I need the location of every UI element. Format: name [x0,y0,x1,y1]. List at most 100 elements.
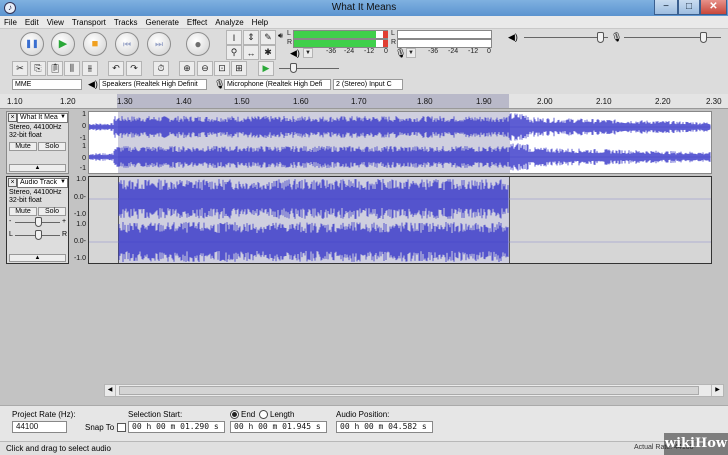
track-area[interactable]: × What It Mea ▼ Stereo, 44100Hz 32-bit f… [0,109,728,405]
solo-button[interactable]: Solo [38,142,66,151]
i-beam-icon: I [232,32,236,43]
zoom-out-button[interactable]: ⊖ [197,61,213,76]
audio-position-time[interactable]: 00 h 00 m 04.582 s [336,421,433,433]
record-meter-dropdown[interactable]: ▼ [406,48,416,58]
playback-meter-right[interactable] [293,39,388,48]
ruler-tick: 1.90 [476,97,492,106]
menu-file[interactable]: File [0,16,21,29]
close-button[interactable]: ✕ [700,0,727,15]
play-button[interactable]: ▶ [51,32,75,56]
record-meter-right[interactable] [397,39,492,48]
stop-button[interactable]: ■ [83,32,107,56]
trim-button[interactable]: ✂ [12,61,28,76]
menu-tracks[interactable]: Tracks [110,16,142,29]
selection-start-time[interactable]: 00 h 00 m 01.290 s [128,421,225,433]
fit-selection-icon: ⊡ [218,63,226,73]
menu-transport[interactable]: Transport [68,16,110,29]
selection-end-time[interactable]: 00 h 00 m 01.945 s [230,421,327,433]
ruler-tick: 1.10 [7,97,23,106]
ruler-tick: 1.70 [351,97,367,106]
amplitude-scale: 0 [82,123,86,130]
track-close-button[interactable]: × [8,178,17,187]
pan-thumb[interactable] [35,230,42,240]
trim-audio-button[interactable]: ⫼ [64,61,80,76]
fit-selection-button[interactable]: ⊡ [214,61,230,76]
playback-volume-thumb[interactable] [597,32,604,43]
microphone-icon: 🎙︎ [395,48,407,58]
gain-thumb[interactable] [35,217,42,227]
track-collapse-button[interactable]: ▲ [9,254,66,262]
ruler-tick: 1.60 [293,97,309,106]
menu-generate[interactable]: Generate [142,16,183,29]
input-channels-select[interactable]: 2 (Stereo) Input C [333,79,403,90]
menu-analyze[interactable]: Analyze [211,16,247,29]
playback-volume-slider[interactable] [524,37,608,38]
undo-button[interactable]: ↶ [108,61,124,76]
toolbar-area: ❚❚ ▶ ■ ⏮ ⏭ ● I ⇕ ✎ ⚲ ↔ ✱ 🔊︎ L R ◀) ▼ -36… [0,29,728,94]
snap-to-checkbox[interactable] [117,423,126,432]
paste-button[interactable]: 📋︎ [47,61,63,76]
end-radio[interactable] [230,410,239,419]
track-bit-depth: 32-bit float [9,132,42,139]
record-button[interactable]: ● [186,32,210,56]
selection-tool[interactable]: I [226,30,242,45]
playback-scale-12: -12 [364,48,375,55]
track-close-button[interactable]: × [8,113,17,122]
amplitude-scale: 0.0- [73,238,86,245]
playback-scale-0: 0 [384,48,388,55]
menu-help[interactable]: Help [248,16,272,29]
mute-button[interactable]: Mute [9,142,37,151]
skip-to-start-button[interactable]: ⏮ [115,32,139,56]
silence-audio-button[interactable]: ⫵ [82,61,98,76]
timeline-ruler[interactable]: 1.10 1.20 1.30 1.40 1.50 1.60 1.70 1.80 … [0,94,728,109]
time-shift-icon: ↔ [246,47,256,58]
draw-tool[interactable]: ✎ [260,30,276,45]
copy-button[interactable]: ⎘ [30,61,46,76]
pause-button[interactable]: ❚❚ [20,32,44,56]
play-at-speed-button[interactable]: ▶ [258,61,274,76]
pause-icon: ❚❚ [25,39,39,48]
playback-meter-dropdown[interactable]: ▼ [303,48,313,58]
length-radio[interactable] [259,410,268,419]
input-device-select[interactable]: Microphone (Realtek High Defi [224,79,331,90]
output-device-select[interactable]: Speakers (Realtek High Definit [99,79,207,90]
scroll-right-button[interactable]: ▶ [711,385,723,396]
multi-tool[interactable]: ✱ [260,45,276,60]
track-waveform-audio-track[interactable] [88,176,712,264]
zoom-tool[interactable]: ⚲ [226,45,242,60]
time-shift-tool[interactable]: ↔ [243,45,259,60]
sync-lock-button[interactable]: ⏱ [153,61,169,76]
track-waveform-what-it-means[interactable] [88,111,712,174]
amplitude-scale: 0 [82,155,86,162]
record-channel-r: R [391,39,397,46]
record-scale-0: 0 [487,48,491,55]
chevron-down-icon: ▼ [60,114,66,120]
project-rate-label: Project Rate (Hz): [12,410,76,419]
playback-meter-left[interactable] [293,30,388,39]
play-speed-slider[interactable] [279,68,339,69]
menu-edit[interactable]: Edit [21,16,43,29]
solo-button[interactable]: Solo [38,207,66,216]
minimize-button[interactable]: − [654,0,678,15]
mute-button[interactable]: Mute [9,207,37,216]
envelope-tool[interactable]: ⇕ [243,30,259,45]
skip-to-end-button[interactable]: ⏭ [147,32,171,56]
redo-button[interactable]: ↷ [126,61,142,76]
skip-start-icon: ⏮ [122,38,132,49]
track-collapse-button[interactable]: ▲ [9,164,66,172]
horizontal-scrollbar[interactable]: ◀ ▶ [104,384,724,397]
maximize-button[interactable]: □ [678,0,700,15]
menu-view[interactable]: View [43,16,68,29]
fit-project-button[interactable]: ⊞ [231,61,247,76]
audio-host-select[interactable]: MME [12,79,82,90]
recording-volume-thumb[interactable] [700,32,707,43]
zoom-in-button[interactable]: ⊕ [179,61,195,76]
scroll-left-button[interactable]: ◀ [105,385,116,396]
play-speed-thumb[interactable] [290,63,297,73]
record-scale-24: -24 [448,48,459,55]
scrollbar-thumb[interactable] [119,386,699,395]
menu-effect[interactable]: Effect [183,16,211,29]
playback-meter-icon[interactable]: 🔊︎ [278,31,283,41]
record-meter-left[interactable] [397,30,492,39]
project-rate-select[interactable]: 44100 [12,421,67,433]
